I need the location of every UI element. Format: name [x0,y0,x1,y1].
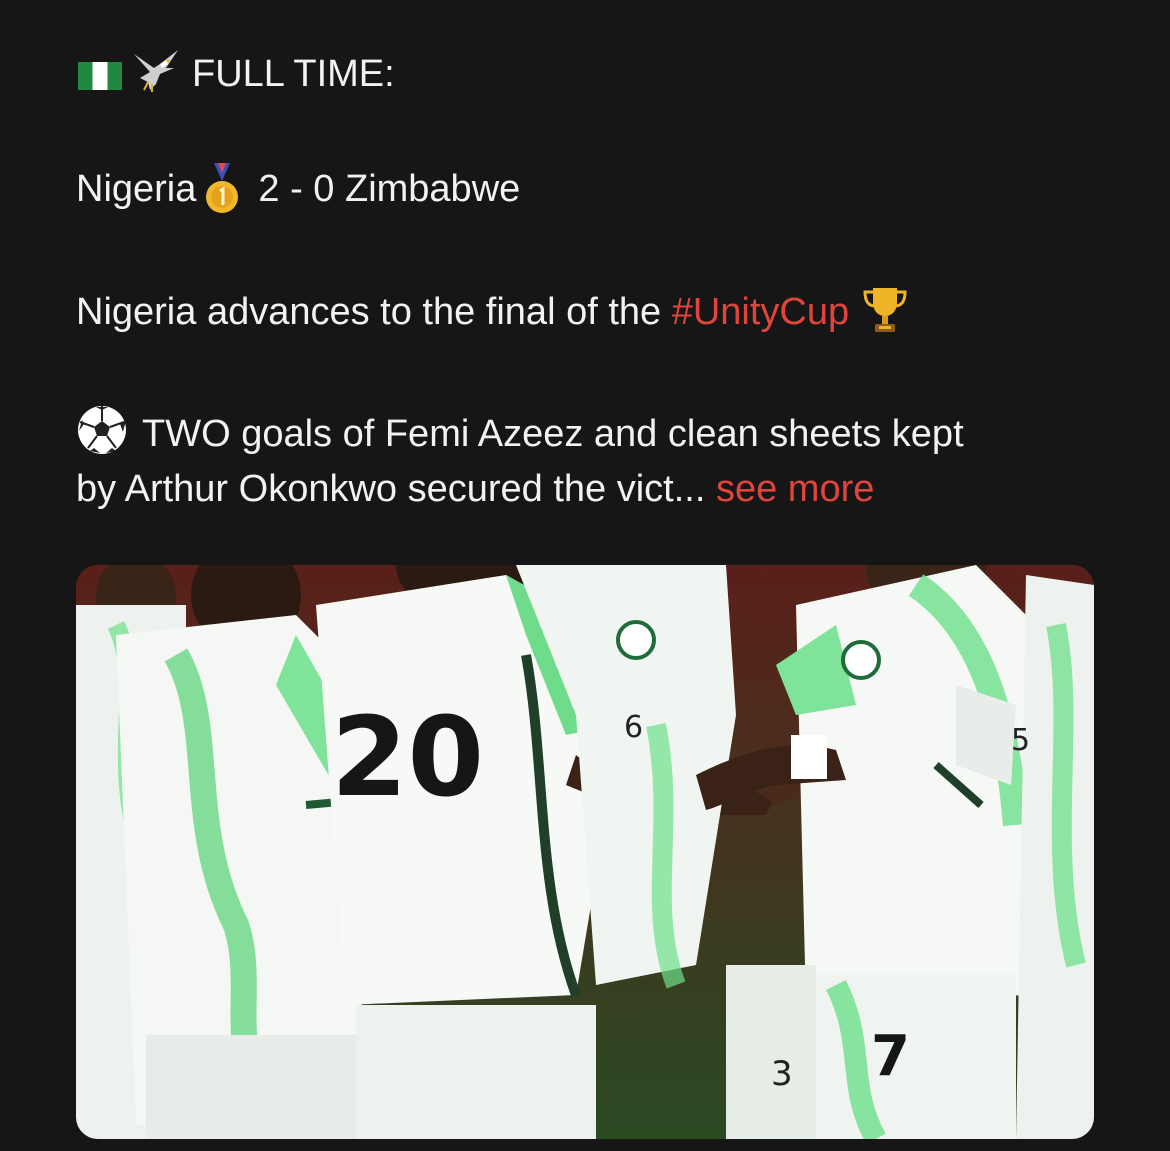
jersey-number-6: 6 [624,710,643,745]
gold-medal-icon [202,163,242,215]
jersey-number-5: 5 [1011,723,1030,758]
soccer-ball-icon [76,404,128,456]
summary-text-1: TWO goals of Femi Azeez and clean sheets… [142,413,964,455]
summary-line-1: TWO goals of Femi Azeez and clean sheets… [76,404,964,457]
score-result: 2 - 0 Zimbabwe [258,168,521,210]
home-team: Nigeria [76,168,197,210]
summary-text-2: by Arthur Okonkwo secured the vict... [76,468,706,510]
post-card: FULL TIME: Nigeria 2 - 0 Zimbabwe Nigeri… [0,0,1170,1151]
score-line: Nigeria 2 - 0 Zimbabwe [76,163,520,215]
summary-line-2: by Arthur Okonkwo secured the vict... se… [76,466,874,512]
nigeria-flag-icon [78,62,122,90]
post-header: FULL TIME: [78,44,395,97]
advance-text: Nigeria advances to the final of the [76,291,672,333]
see-more-link[interactable]: see more [716,468,874,510]
jersey-number-7: 7 [871,1024,910,1089]
trophy-icon [861,284,909,336]
post-photo[interactable]: 20 6 7 5 3 [76,565,1094,1139]
hashtag-link[interactable]: #UnityCup [672,291,849,333]
advance-line: Nigeria advances to the final of the #Un… [76,284,909,336]
jersey-number-20: 20 [331,693,484,821]
jersey-number-3: 3 [771,1054,793,1094]
fulltime-label: FULL TIME: [192,53,395,95]
eagle-icon [130,44,182,96]
